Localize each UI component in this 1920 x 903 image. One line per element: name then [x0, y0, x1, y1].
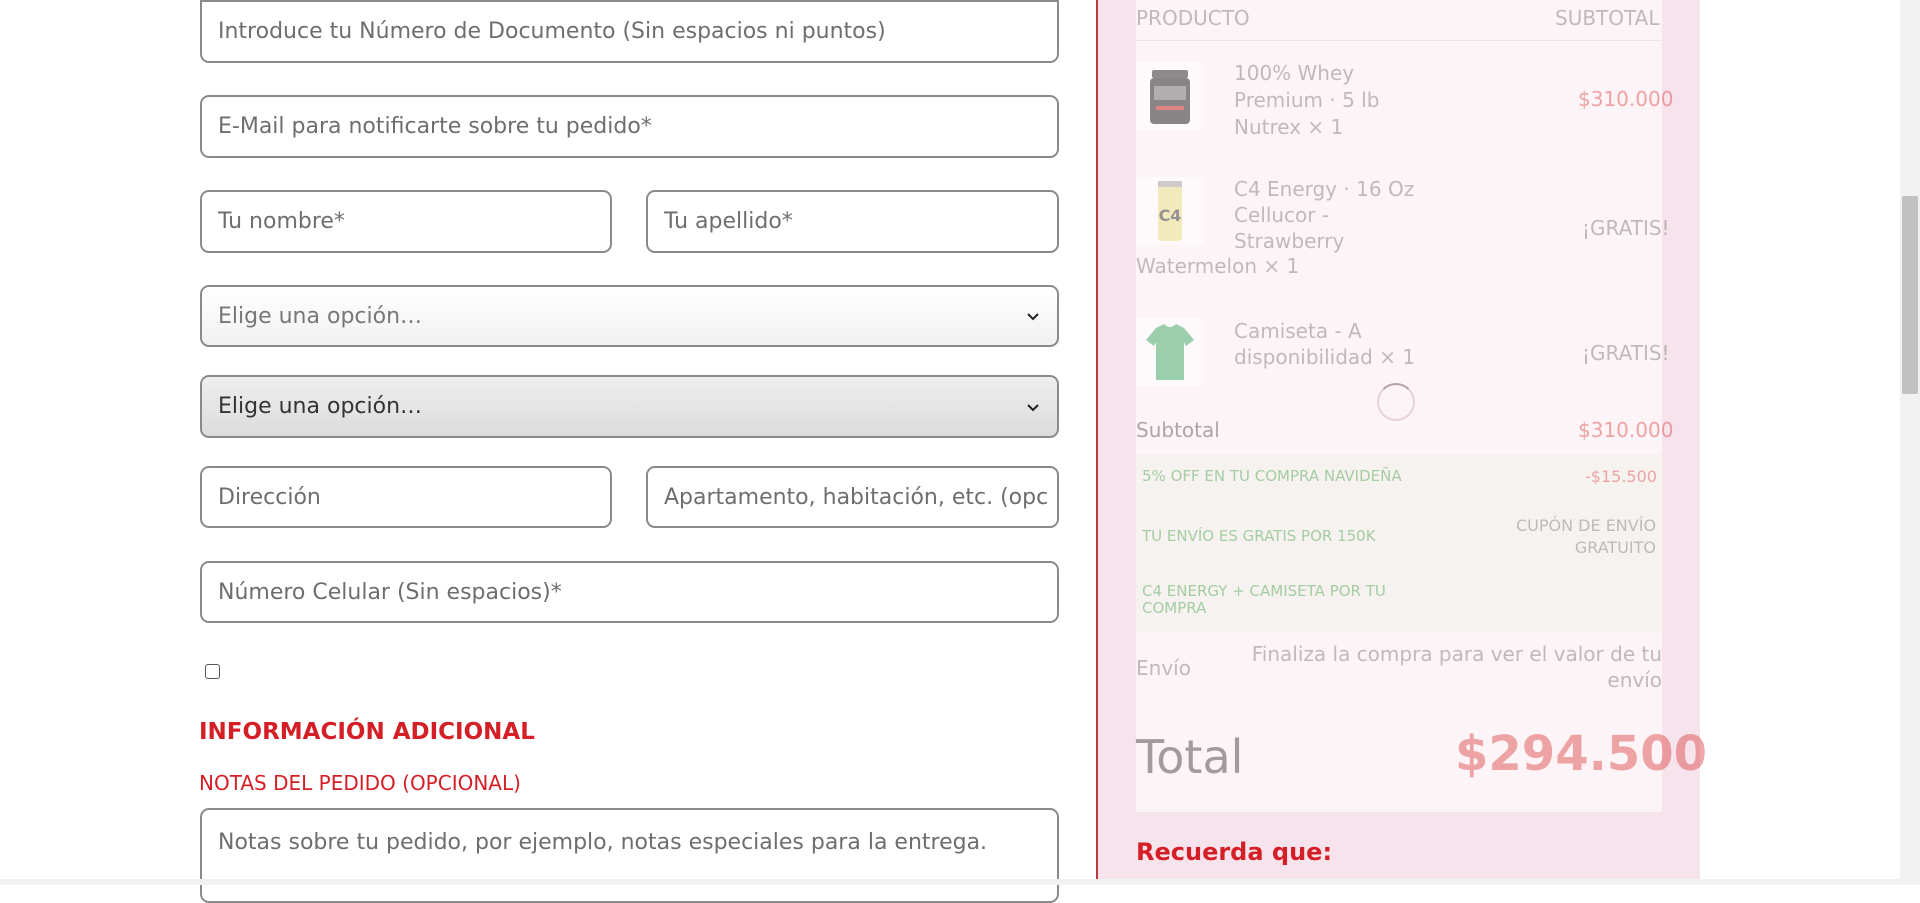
city-select-value: Elige una opción…	[218, 394, 423, 419]
last-name-field[interactable]: Tu apellido*	[646, 190, 1059, 253]
coupon-label: C4 ENERGY + CAMISETA POR TU COMPRA	[1142, 582, 1386, 617]
city-select[interactable]: Elige una opción…	[200, 375, 1059, 438]
email-placeholder: E-Mail para notificarte sobre tu pedido*	[218, 114, 652, 139]
total-value: $294.500	[1455, 726, 1708, 782]
phone-field[interactable]: Número Celular (Sin espacios)*	[200, 561, 1059, 623]
column-subtotal-header: SUBTOTAL	[1555, 6, 1660, 30]
column-product-header: PRODUCTO	[1136, 6, 1250, 30]
address-line2-field[interactable]: Apartamento, habitación, etc. (opc	[646, 466, 1059, 528]
department-select-value: Elige una opción…	[218, 303, 423, 329]
document-number-field[interactable]: Introduce tu Número de Documento (Sin es…	[200, 0, 1059, 63]
cart-item-price: $310.000	[1578, 87, 1674, 111]
address-field[interactable]: Dirección	[200, 466, 612, 528]
phone-placeholder: Número Celular (Sin espacios)*	[218, 579, 562, 605]
cart-item-name: C4 Energy · 16 Oz Cellucor - Strawberry	[1234, 177, 1415, 253]
coupon-value: CUPÓN DE ENVÍO GRATUITO	[1516, 516, 1657, 557]
scrollbar-thumb[interactable]	[1902, 196, 1918, 394]
cart-item-name: Camiseta - A disponibilidad × 1	[1234, 319, 1416, 369]
order-notes-label: NOTAS DEL PEDIDO (OPCIONAL)	[199, 771, 521, 795]
shipping-note: Finaliza la compra para ver el valor de …	[1251, 642, 1662, 692]
coupon-label: 5% OFF EN TU COMPRA NAVIDEÑA	[1142, 467, 1402, 485]
order-notes-textarea[interactable]: Notas sobre tu pedido, por ejemplo, nota…	[200, 808, 1059, 903]
subtotal-label: Subtotal	[1136, 418, 1220, 442]
document-number-placeholder: Introduce tu Número de Documento (Sin es…	[218, 19, 886, 44]
header-divider	[1136, 40, 1662, 41]
subtotal-value: $310.000	[1578, 418, 1674, 442]
order-notes-placeholder: Notas sobre tu pedido, por ejemplo, nota…	[218, 830, 988, 855]
chevron-down-icon	[1027, 403, 1039, 411]
tshirt-icon	[1136, 318, 1204, 386]
last-name-placeholder: Tu apellido*	[664, 209, 793, 234]
total-label: Total	[1136, 730, 1244, 784]
first-name-placeholder: Tu nombre*	[218, 209, 345, 234]
cart-item-price: ¡GRATIS!	[1582, 341, 1670, 365]
email-field[interactable]: E-Mail para notificarte sobre tu pedido*	[200, 95, 1059, 158]
address-placeholder: Dirección	[218, 484, 321, 510]
vertical-scrollbar[interactable]	[1900, 0, 1920, 885]
cart-item-name: 100% Whey Premium · 5 lb Nutrex × 1	[1234, 61, 1380, 139]
horizontal-scrollbar[interactable]	[0, 879, 1900, 885]
svg-text:C4: C4	[1159, 206, 1182, 225]
coupon-label: TU ENVÍO ES GRATIS POR 150K	[1142, 527, 1376, 545]
terms-checkbox[interactable]	[205, 664, 220, 679]
address-line2-placeholder: Apartamento, habitación, etc. (opc	[664, 484, 1049, 510]
chevron-down-icon	[1027, 313, 1039, 321]
cart-item-name-cont: Watermelon × 1	[1136, 254, 1300, 278]
first-name-field[interactable]: Tu nombre*	[200, 190, 612, 253]
energy-can-icon: C4	[1136, 177, 1204, 245]
reminder-heading: Recuerda que:	[1136, 838, 1333, 866]
loading-spinner-icon	[1377, 383, 1415, 421]
additional-info-heading: INFORMACIÓN ADICIONAL	[199, 719, 535, 745]
department-select[interactable]: Elige una opción…	[200, 285, 1059, 347]
coupon-value: -$15.500	[1585, 467, 1657, 486]
cart-item-price: ¡GRATIS!	[1582, 216, 1670, 240]
shipping-label: Envío	[1136, 656, 1191, 680]
protein-tub-icon	[1136, 62, 1204, 130]
